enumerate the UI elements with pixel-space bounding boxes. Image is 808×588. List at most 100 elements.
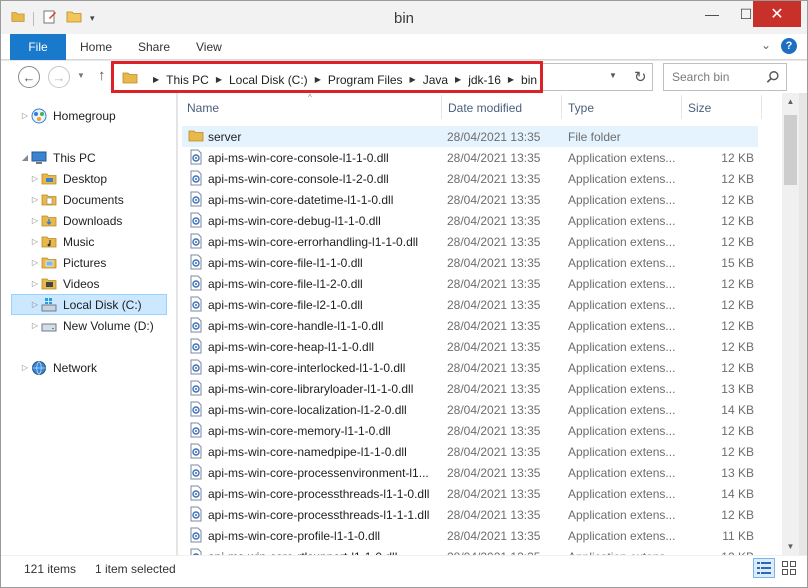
column-divider[interactable] <box>761 95 762 119</box>
file-row[interactable]: api-ms-win-core-handle-l1-1-0.dll 28/04/2… <box>182 315 758 336</box>
scroll-up-button[interactable]: ▲ <box>782 93 799 110</box>
tab-home[interactable]: Home <box>80 40 112 54</box>
nav-item-homegroup[interactable]: ▷ Homegroup <box>1 105 177 126</box>
recent-locations-button[interactable]: ▼ <box>77 71 85 80</box>
expand-arrow-icon[interactable]: ▷ <box>29 321 41 330</box>
file-row[interactable]: api-ms-win-core-profile-l1-1-0.dll 28/04/… <box>182 525 758 546</box>
file-row[interactable]: api-ms-win-core-rtlsupport-l1-1-0.dll28/… <box>182 546 758 555</box>
forward-button[interactable]: → <box>48 66 70 88</box>
nav-item-label: Music <box>63 234 95 249</box>
file-type: Application extens... <box>568 151 676 165</box>
nav-item-local-disk-c[interactable]: ▷ Local Disk (C:) <box>11 294 167 315</box>
column-header-date-modified[interactable]: Date modified <box>448 101 522 115</box>
search-icon[interactable] <box>766 70 780 87</box>
file-name: api-ms-win-core-processthreads-l1-1-1.dl… <box>208 508 430 522</box>
file-row[interactable]: api-ms-win-core-console-l1-2-0.dll 28/04/… <box>182 168 758 189</box>
close-button[interactable]: ✕ <box>753 1 801 27</box>
nav-item-pictures[interactable]: ▷ Pictures <box>1 252 177 273</box>
expand-ribbon-button[interactable]: ⌄ <box>761 38 771 54</box>
file-row[interactable]: api-ms-win-core-localization-l1-2-0.dll 2… <box>182 399 758 420</box>
file-row[interactable]: api-ms-win-core-processthreads-l1-1-1.dl… <box>182 504 758 525</box>
vertical-scrollbar[interactable]: ▲ ▼ <box>782 93 799 555</box>
file-size: 11 KB <box>722 529 754 543</box>
drive-icon <box>41 318 57 334</box>
refresh-button[interactable]: ↻ <box>634 68 647 86</box>
dll-file-icon <box>188 359 204 375</box>
file-row[interactable]: server 28/04/2021 13:35 File folder <box>182 126 758 147</box>
homegroup-icon <box>31 108 47 124</box>
column-divider[interactable] <box>681 95 682 119</box>
expand-arrow-icon[interactable]: ▷ <box>29 237 41 246</box>
file-row[interactable]: api-ms-win-core-heap-l1-1-0.dll 28/04/202… <box>182 336 758 357</box>
nav-item-downloads[interactable]: ▷ Downloads <box>1 210 177 231</box>
dll-file-icon <box>188 443 204 459</box>
file-name: api-ms-win-core-processenvironment-l1... <box>208 466 429 480</box>
minimize-button[interactable]: — <box>695 1 729 27</box>
file-row[interactable]: api-ms-win-core-memory-l1-1-0.dll 28/04/2… <box>182 420 758 441</box>
file-date-modified: 28/04/2021 13:35 <box>447 340 541 354</box>
dll-file-icon <box>188 506 204 522</box>
expand-arrow-icon[interactable]: ▷ <box>19 363 31 372</box>
nav-item-music[interactable]: ▷ Music <box>1 231 177 252</box>
file-name: api-ms-win-core-errorhandling-l1-1-0.dll <box>208 235 419 249</box>
file-row[interactable]: api-ms-win-core-namedpipe-l1-1-0.dll 28/0… <box>182 441 758 462</box>
column-header-type[interactable]: Type <box>568 101 594 115</box>
file-row[interactable]: api-ms-win-core-debug-l1-1-0.dll 28/04/20… <box>182 210 758 231</box>
file-name: api-ms-win-core-localization-l1-2-0.dll <box>208 403 407 417</box>
expand-arrow-icon[interactable]: ▷ <box>29 174 41 183</box>
column-header-name[interactable]: Name <box>187 101 219 115</box>
nav-item-this-pc[interactable]: ◢ This PC <box>1 147 177 168</box>
file-row[interactable]: api-ms-win-core-file-l2-1-0.dll 28/04/202… <box>182 294 758 315</box>
tab-file[interactable]: File <box>10 34 66 60</box>
file-row[interactable]: api-ms-win-core-errorhandling-l1-1-0.dll… <box>182 231 758 252</box>
expand-arrow-icon[interactable]: ▷ <box>29 300 41 309</box>
nav-item-documents[interactable]: ▷ Documents <box>1 189 177 210</box>
tab-view[interactable]: View <box>196 40 222 54</box>
downloads-folder-icon <box>41 213 57 229</box>
file-row[interactable]: api-ms-win-core-libraryloader-l1-1-0.dll… <box>182 378 758 399</box>
file-row[interactable]: api-ms-win-core-interlocked-l1-1-0.dll 28… <box>182 357 758 378</box>
file-row[interactable]: api-ms-win-core-file-l1-1-0.dll 28/04/202… <box>182 252 758 273</box>
nav-item-desktop[interactable]: ▷ Desktop <box>1 168 177 189</box>
expand-arrow-icon[interactable]: ▷ <box>29 279 41 288</box>
dll-file-icon <box>188 422 204 438</box>
window-title: bin <box>393 10 415 27</box>
tab-share[interactable]: Share <box>138 40 170 54</box>
file-type: Application extens... <box>568 193 676 207</box>
column-header-size[interactable]: Size <box>688 101 711 115</box>
file-size: 12 KB <box>721 277 754 291</box>
up-button[interactable]: ↑ <box>98 67 106 84</box>
scroll-thumb[interactable] <box>784 115 797 185</box>
back-button[interactable]: ← <box>18 66 40 88</box>
expand-arrow-icon[interactable]: ▷ <box>29 195 41 204</box>
nav-item-videos[interactable]: ▷ Videos <box>1 273 177 294</box>
nav-item-label: Downloads <box>63 213 123 228</box>
file-date-modified: 28/04/2021 13:35 <box>447 361 541 375</box>
file-type: Application extens... <box>568 424 676 438</box>
file-row[interactable]: api-ms-win-core-console-l1-1-0.dll 28/04/… <box>182 147 758 168</box>
address-dropdown-button[interactable]: ▼ <box>609 71 617 80</box>
nav-item-network[interactable]: ▷ Network <box>1 357 177 378</box>
file-date-modified: 28/04/2021 13:35 <box>447 382 541 396</box>
nav-item-new-volume-d[interactable]: ▷ New Volume (D:) <box>1 315 177 336</box>
column-divider[interactable] <box>441 95 442 119</box>
file-row[interactable]: api-ms-win-core-datetime-l1-1-0.dll 28/04… <box>182 189 758 210</box>
help-icon[interactable]: ? <box>781 38 797 54</box>
search-input[interactable] <box>664 64 764 90</box>
scroll-down-button[interactable]: ▼ <box>782 538 799 555</box>
file-size: 12 KB <box>721 151 754 165</box>
file-name: api-ms-win-core-heap-l1-1-0.dll <box>208 340 375 354</box>
file-row[interactable]: api-ms-win-core-processthreads-l1-1-0.dl… <box>182 483 758 504</box>
dll-file-icon <box>188 401 204 417</box>
large-icons-view-button[interactable] <box>779 558 799 578</box>
file-type: Application extens... <box>568 382 676 396</box>
file-row[interactable]: api-ms-win-core-file-l1-2-0.dll 28/04/202… <box>182 273 758 294</box>
expand-arrow-icon[interactable]: ▷ <box>29 258 41 267</box>
expand-arrow-icon[interactable]: ▷ <box>19 111 31 120</box>
expand-arrow-icon[interactable]: ▷ <box>29 216 41 225</box>
details-view-button[interactable] <box>753 558 775 578</box>
column-divider[interactable] <box>561 95 562 119</box>
file-name: api-ms-win-core-file-l2-1-0.dll <box>208 298 363 312</box>
collapse-arrow-icon[interactable]: ◢ <box>19 153 31 162</box>
file-row[interactable]: api-ms-win-core-processenvironment-l1...… <box>182 462 758 483</box>
